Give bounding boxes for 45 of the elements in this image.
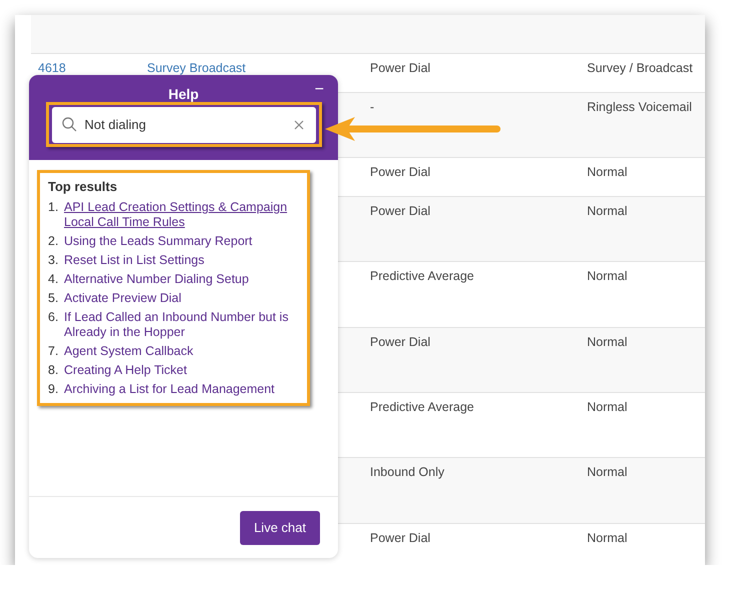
search-field[interactable]: Not dialing bbox=[52, 106, 316, 142]
dial-mode-cell: Power Dial bbox=[370, 204, 430, 218]
minimize-button[interactable]: − bbox=[314, 81, 324, 99]
dial-mode-cell: Predictive Average bbox=[370, 269, 474, 283]
result-number: 9. bbox=[48, 382, 60, 397]
dial-mode-cell: Predictive Average bbox=[370, 400, 474, 414]
result-link[interactable]: Agent System Callback bbox=[64, 344, 194, 359]
campaign-type-cell: Normal bbox=[587, 531, 628, 545]
campaign-id-link[interactable]: 4618 bbox=[38, 61, 66, 75]
search-icon bbox=[62, 116, 76, 132]
result-link[interactable]: Alternative Number Dialing Setup bbox=[64, 272, 249, 287]
results-heading: Top results bbox=[48, 179, 118, 194]
result-link[interactable]: Archiving a List for Lead Management bbox=[64, 382, 275, 397]
result-link[interactable]: Creating A Help Ticket bbox=[64, 363, 187, 378]
campaign-name-link[interactable]: Survey Broadcast bbox=[147, 61, 246, 75]
campaign-type-cell: Normal bbox=[587, 165, 628, 179]
campaign-type-cell: Normal bbox=[587, 465, 628, 479]
result-link[interactable]: If Lead Called an Inbound Number but is Already in the Hopper bbox=[64, 310, 299, 340]
campaign-type-cell: Normal bbox=[587, 400, 628, 414]
result-link[interactable]: API Lead Creation Settings & Campaign Local Call Time Rules bbox=[64, 200, 299, 230]
result-number: 5. bbox=[48, 291, 60, 306]
dial-mode-cell: - bbox=[370, 100, 374, 114]
live-chat-button[interactable]: Live chat bbox=[240, 510, 320, 544]
campaign-type-cell: Survey / Broadcast bbox=[587, 61, 693, 75]
dial-mode-cell: Power Dial bbox=[370, 335, 430, 349]
result-link[interactable]: Using the Leads Summary Report bbox=[64, 234, 252, 249]
result-link[interactable]: Activate Preview Dial bbox=[64, 291, 182, 306]
result-link[interactable]: Reset List in List Settings bbox=[64, 253, 204, 268]
dial-mode-cell: Power Dial bbox=[370, 61, 430, 75]
clear-icon[interactable] bbox=[294, 120, 304, 130]
campaign-type-cell: Normal bbox=[587, 204, 628, 218]
result-number: 6. bbox=[48, 310, 60, 326]
dial-mode-cell: Inbound Only bbox=[370, 465, 444, 479]
campaign-type-cell: Normal bbox=[587, 335, 628, 349]
dial-mode-cell: Power Dial bbox=[370, 531, 430, 545]
result-number: 7. bbox=[48, 344, 60, 359]
result-number: 1. bbox=[48, 200, 60, 216]
campaign-type-cell: Normal bbox=[587, 269, 628, 283]
result-number: 8. bbox=[48, 363, 60, 378]
campaign-type-cell: Ringless Voicemail bbox=[587, 100, 692, 114]
dial-mode-cell: Power Dial bbox=[370, 165, 430, 179]
result-number: 2. bbox=[48, 234, 60, 249]
help-title: Help bbox=[168, 86, 199, 102]
result-number: 4. bbox=[48, 272, 60, 287]
result-number: 3. bbox=[48, 253, 60, 268]
